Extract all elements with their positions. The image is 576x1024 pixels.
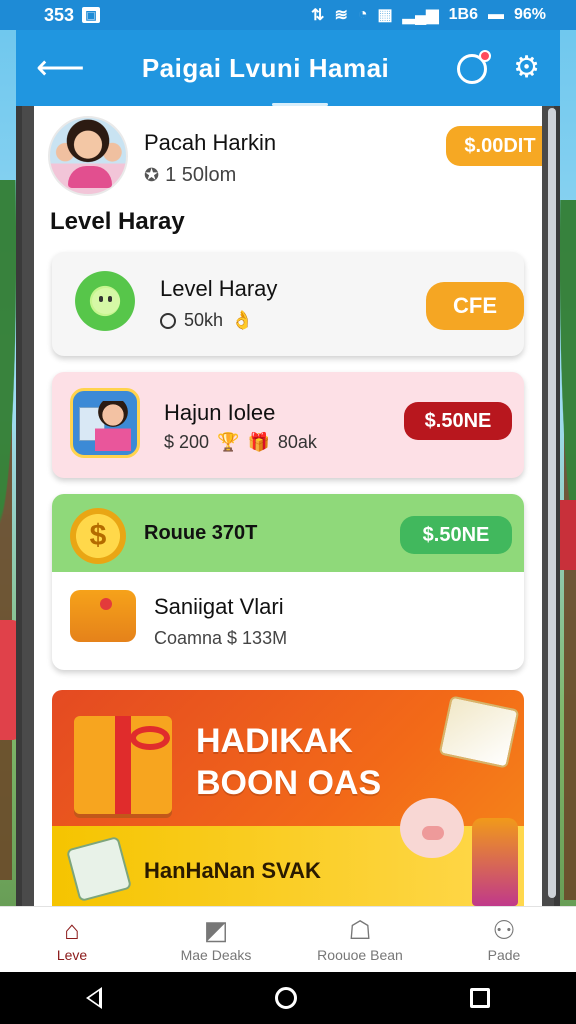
offer-card-sub-text: 80ak — [277, 432, 317, 452]
home-icon: ⌂ — [64, 914, 80, 945]
deals-icon: ◩ — [203, 914, 229, 945]
hand-icon: 👌 — [231, 310, 254, 330]
profile-icon: ⚇ — [492, 914, 516, 945]
photo-app-icon — [70, 388, 140, 458]
reward-card-button[interactable]: $.50NE — [400, 516, 512, 554]
gift-bow — [130, 726, 170, 750]
chat-eye-right — [108, 296, 112, 302]
playing-cards-icon — [438, 695, 520, 769]
bonus-icon: ☖ — [348, 914, 372, 945]
reward-card[interactable]: $ Rouue 370T $.50NE Saniigat Vlari Coamn… — [52, 494, 524, 670]
scrollbar[interactable] — [548, 108, 556, 898]
section-heading: Level Haray — [50, 208, 185, 235]
gift-bag-icon — [70, 590, 136, 642]
reward-card-title: Rouue 370T — [144, 522, 258, 544]
gear-icon[interactable]: ⚙ — [513, 53, 540, 83]
level-card-button[interactable]: CFE — [426, 282, 524, 330]
profile-sub: ✪ 1 50lom — [144, 164, 236, 187]
network-icon: ◔ — [357, 6, 368, 23]
credit-button[interactable]: $.00DIT — [446, 126, 542, 166]
offer-card-sub: $ 200 🏆 🎁 80ak — [164, 432, 317, 453]
banner-headline: HADIKAK BOON OAS — [196, 720, 381, 804]
banner-subtext: HanHaNan SVAK — [144, 858, 321, 883]
reward-card-detail: Coamna $ 133M — [154, 628, 288, 648]
app-bar: ⟵ Paigai Lvuni Hamai ⚙ — [16, 30, 560, 106]
gift-icon: 🎁 — [247, 432, 270, 452]
notification-dot — [479, 50, 492, 62]
nav-item-leve[interactable]: ⌂ Leve — [0, 907, 144, 972]
nav-label: Leve — [56, 946, 88, 963]
signal-icon: ▂▄▆ — [402, 7, 439, 24]
signal-text: 1Β6 — [448, 6, 478, 23]
profile-sub-text: 1 50lom — [165, 164, 237, 186]
reward-card-subtitle: Saniigat Vlari — [154, 594, 284, 619]
badge-icon: ✪ — [144, 165, 160, 185]
gift-box-icon — [74, 716, 172, 814]
nav-label: Pade — [487, 946, 521, 963]
pig-snout — [422, 826, 444, 840]
status-time: 353 — [44, 4, 75, 25]
sim-icon: ▦ — [377, 7, 393, 24]
avatar[interactable] — [48, 116, 128, 196]
main-content[interactable]: Pacah Harkin ✪ 1 50lom $.00DIT Level Har… — [34, 106, 542, 906]
nav-label: Roouoe Bean — [317, 946, 403, 963]
clock-icon — [160, 312, 176, 329]
back-arrow-icon[interactable]: ⟵ — [36, 51, 85, 85]
battery-percent: 96% — [513, 6, 546, 23]
offer-card-title: Hajun Iolee — [164, 400, 276, 425]
battery-icon: ▬ — [487, 6, 504, 23]
system-home-icon[interactable] — [274, 987, 297, 1009]
status-bar: 353 ▣ ⇅ ≋ ◔ ▦ ▂▄▆ 1Β6 ▬ 96% — [0, 0, 576, 30]
gift-cup-icon — [472, 818, 518, 906]
image-notification-icon: ▣ — [82, 7, 101, 23]
system-navigation — [0, 972, 576, 1024]
offer-card-button[interactable]: $.50NE — [404, 402, 512, 440]
wifi-icon: ≋ — [334, 7, 348, 24]
coin-icon: $ — [70, 508, 126, 564]
system-back-icon[interactable] — [86, 987, 103, 1009]
app-title: Paigai Lvuni Hamai — [141, 52, 390, 83]
promo-banner[interactable]: HADIKAK BOON OAS HanHaNan SVAK — [52, 690, 524, 906]
avatar-shirt — [68, 166, 112, 188]
chat-face — [92, 288, 120, 314]
nav-item-bonus[interactable]: ☖ Roouoe Bean — [288, 907, 432, 972]
ticket-icon — [65, 835, 133, 903]
level-card[interactable]: Level Haray 50kh 👌 CFE — [52, 252, 524, 356]
trophy-icon: 🏆 — [217, 432, 240, 452]
chat-sticker-icon — [70, 266, 140, 336]
chat-eye-left — [99, 296, 103, 302]
data-icon: ⇅ — [311, 7, 325, 24]
offer-card[interactable]: Hajun Iolee $ 200 🏆 🎁 80ak $.50NE — [52, 372, 524, 478]
profile-name: Pacah Harkin — [144, 130, 277, 155]
gift-bag-dot — [100, 598, 112, 610]
bottom-navigation: ⌂ Leve ◩ Mae Deaks ☖ Roouoe Bean ⚇ Pade — [0, 906, 576, 972]
nav-item-profile[interactable]: ⚇ Pade — [432, 907, 576, 972]
piggy-mascot-icon — [400, 798, 464, 858]
nav-label: Mae Deaks — [180, 946, 252, 963]
offer-card-amount: $ 200 — [164, 432, 210, 452]
level-card-sub: 50kh 👌 — [160, 310, 253, 331]
profile-header[interactable]: Pacah Harkin ✪ 1 50lom $.00DIT — [48, 116, 542, 204]
system-recents-icon[interactable] — [469, 988, 490, 1008]
level-card-title: Level Haray — [160, 276, 278, 301]
person-photo — [95, 401, 131, 451]
nav-item-deals[interactable]: ◩ Mae Deaks — [144, 907, 288, 972]
banner-headline-line1: HADIKAK — [196, 722, 353, 760]
level-card-sub-text: 50kh — [184, 310, 224, 330]
notifications-button[interactable] — [455, 50, 492, 86]
banner-headline-line2: BOON OAS — [196, 764, 382, 802]
